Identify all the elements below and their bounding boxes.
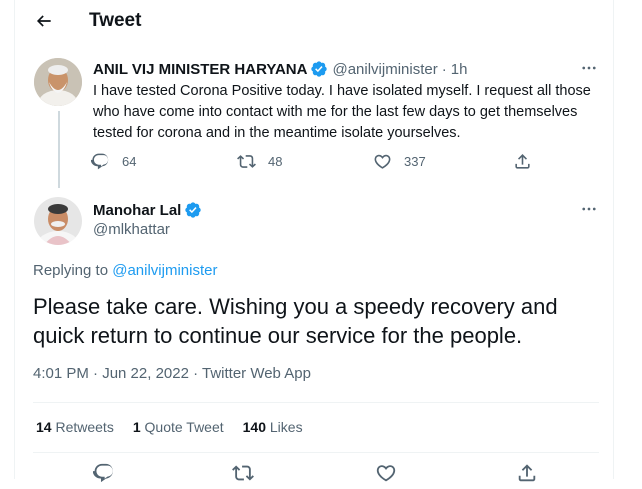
like-button[interactable] bbox=[375, 462, 397, 489]
reply-icon bbox=[91, 153, 109, 170]
divider bbox=[33, 402, 599, 403]
likes-stat[interactable]: 140 Likes bbox=[243, 419, 303, 435]
tweet-meta[interactable]: 4:01 PM · Jun 22, 2022 · Twitter Web App bbox=[33, 365, 311, 382]
replying-to: Replying to @anilvijminister bbox=[33, 262, 217, 279]
retweets-label: Retweets bbox=[51, 419, 114, 435]
back-button[interactable] bbox=[33, 10, 55, 32]
like-count: 337 bbox=[404, 154, 426, 169]
header: Tweet bbox=[15, 0, 615, 42]
reply-tweet-actions bbox=[15, 462, 615, 483]
replying-handle-link[interactable]: @anilvijminister bbox=[112, 262, 217, 279]
retweets-count: 14 bbox=[36, 419, 52, 435]
reply-author-row: Manohar Lal bbox=[93, 201, 202, 219]
retweet-icon bbox=[237, 155, 256, 168]
reply-tweet-text: Please take care. Wishing you a speedy r… bbox=[33, 294, 558, 348]
back-arrow-icon bbox=[36, 15, 51, 27]
more-icon bbox=[582, 207, 596, 211]
tweet-detail-panel: Tweet ANIL VIJ MINISTER HARYANA @anilvij… bbox=[14, 0, 615, 483]
retweet-button[interactable]: 48 bbox=[237, 152, 282, 171]
separator-dot: · bbox=[441, 60, 447, 78]
reply-count: 64 bbox=[122, 154, 137, 169]
quote-label: Quote Tweet bbox=[140, 419, 224, 435]
more-icon bbox=[582, 66, 596, 70]
retweet-count: 48 bbox=[268, 154, 283, 169]
share-button[interactable] bbox=[513, 152, 532, 171]
share-icon bbox=[518, 464, 536, 482]
divider bbox=[33, 452, 599, 453]
replying-prefix: Replying to bbox=[33, 262, 113, 279]
reply-icon bbox=[92, 463, 113, 483]
verified-badge-icon bbox=[310, 60, 328, 78]
retweet-icon bbox=[232, 465, 254, 481]
share-button[interactable] bbox=[516, 462, 538, 489]
retweet-button[interactable] bbox=[232, 462, 254, 489]
avatar-manohar-lal[interactable] bbox=[34, 197, 82, 245]
parent-tweet-header: ANIL VIJ MINISTER HARYANA @anilvijminist… bbox=[93, 60, 467, 78]
like-button[interactable]: 337 bbox=[373, 152, 426, 171]
author-handle[interactable]: @anilvijminister bbox=[332, 61, 437, 78]
avatar-anil-vij[interactable] bbox=[34, 58, 82, 106]
quote-tweet-stat[interactable]: 1 Quote Tweet bbox=[133, 419, 224, 435]
share-icon bbox=[515, 154, 530, 169]
more-button[interactable] bbox=[579, 199, 599, 219]
parent-tweet-text: I have tested Corona Positive today. I h… bbox=[93, 83, 591, 141]
reply-button[interactable]: 64 bbox=[91, 152, 136, 171]
more-button[interactable] bbox=[579, 58, 599, 78]
parent-tweet-actions: 64 48 337 bbox=[91, 152, 530, 174]
retweets-stat[interactable]: 14 Retweets bbox=[36, 419, 114, 435]
tweet-stats: 14 Retweets 1 Quote Tweet 140 Likes bbox=[36, 419, 322, 435]
tweet-time[interactable]: 1h bbox=[451, 61, 468, 78]
reply-author-name[interactable]: Manohar Lal bbox=[93, 202, 181, 219]
like-icon bbox=[374, 154, 391, 169]
likes-label: Likes bbox=[266, 419, 303, 435]
quote-count: 1 bbox=[132, 419, 141, 435]
reply-button[interactable] bbox=[92, 462, 115, 489]
thread-connector bbox=[58, 111, 60, 188]
author-name[interactable]: ANIL VIJ MINISTER HARYANA bbox=[93, 61, 307, 78]
likes-count: 140 bbox=[242, 419, 266, 435]
like-icon bbox=[376, 465, 396, 482]
reply-author-handle[interactable]: @mlkhattar bbox=[93, 221, 170, 238]
verified-badge-icon bbox=[184, 201, 202, 219]
page-title: Tweet bbox=[89, 10, 142, 31]
